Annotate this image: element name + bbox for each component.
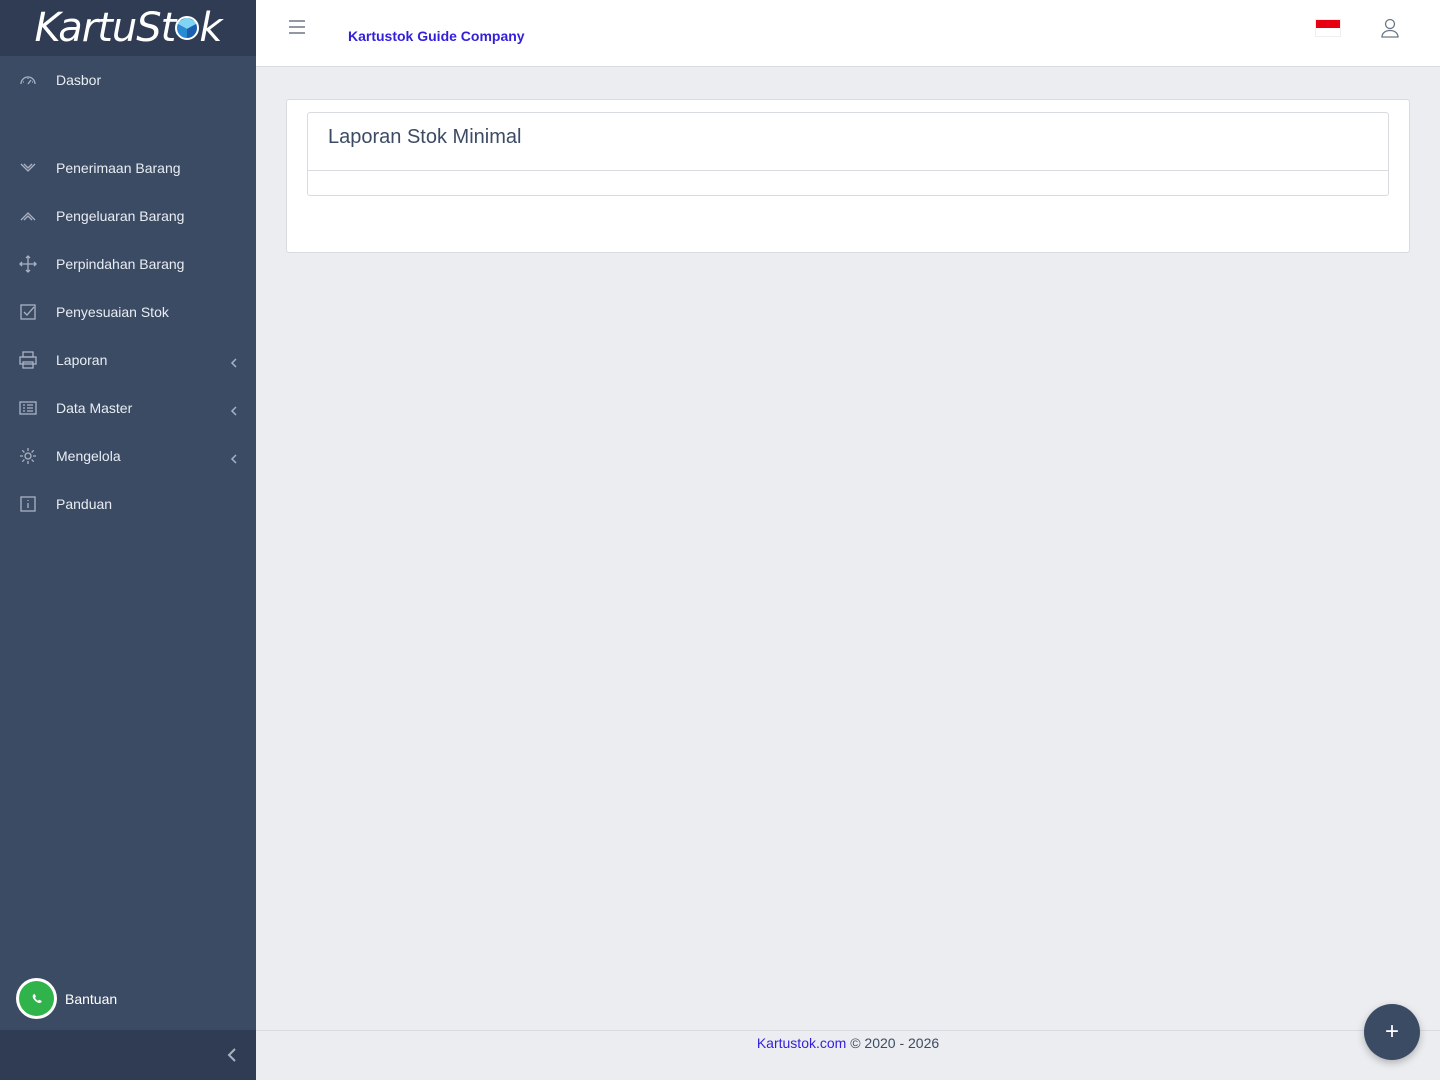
- cube-icon: [175, 16, 200, 40]
- report-card: Laporan Stok Minimal: [307, 112, 1389, 196]
- sidebar-item-label: Laporan: [56, 352, 108, 368]
- menu-icon[interactable]: [288, 18, 306, 36]
- list-icon: [19, 399, 37, 417]
- add-button[interactable]: +: [1364, 1004, 1420, 1060]
- chevron-left-icon: [227, 1048, 236, 1062]
- content-card: Laporan Stok Minimal: [286, 99, 1410, 253]
- help-label: Bantuan: [65, 990, 118, 1007]
- chevron-down-icon: [19, 159, 37, 177]
- brand-text-suffix: k: [199, 5, 222, 51]
- sidebar-item-penyesuaian-stok[interactable]: Penyesuaian Stok: [0, 288, 256, 336]
- sidebar-item-laporan[interactable]: Laporan: [0, 336, 256, 384]
- sidebar: KartuSt k Dasbor Penerimaan Barang Penge…: [0, 0, 256, 1080]
- sidebar-minimize-button[interactable]: [0, 1030, 256, 1080]
- sidebar-item-label: Panduan: [56, 496, 113, 512]
- sidebar-item-data-master[interactable]: Data Master: [0, 384, 256, 432]
- chevron-up-icon: [19, 207, 37, 225]
- sidebar-item-label: Penerimaan Barang: [56, 160, 181, 176]
- sidebar-item-mengelola[interactable]: Mengelola: [0, 432, 256, 480]
- top-header: Kartustok Guide Company: [256, 0, 1440, 67]
- sidebar-item-label: Dasbor: [56, 72, 102, 88]
- plus-icon: +: [1384, 1018, 1399, 1045]
- help-whatsapp-link[interactable]: Bantuan: [16, 978, 117, 1019]
- sidebar-item-label: Perpindahan Barang: [56, 256, 185, 272]
- sidebar-item-label: Pengeluaran Barang: [56, 208, 185, 224]
- sidebar-item-label: Data Master: [56, 400, 133, 416]
- sidebar-item-penerimaan-barang[interactable]: Penerimaan Barang: [0, 144, 256, 192]
- footer-link[interactable]: Kartustok.com: [757, 1035, 846, 1051]
- sidebar-item-perpindahan-barang[interactable]: Perpindahan Barang: [0, 240, 256, 288]
- user-icon[interactable]: [1380, 18, 1400, 38]
- move-icon: [19, 255, 37, 273]
- sidebar-item-panduan[interactable]: Panduan: [0, 480, 256, 528]
- chevron-left-icon: [230, 403, 238, 416]
- page-title: Laporan Stok Minimal: [308, 113, 1388, 171]
- sidebar-item-label: Mengelola: [56, 448, 121, 464]
- brand-logo[interactable]: KartuSt k: [0, 0, 256, 56]
- footer-copyright: © 2020 - 2026: [846, 1035, 940, 1051]
- sidebar-nav: Dasbor Penerimaan Barang Pengeluaran Bar…: [0, 56, 256, 528]
- whatsapp-icon: [16, 978, 57, 1019]
- nav-spacer: [0, 104, 256, 144]
- info-icon: [19, 495, 37, 513]
- company-name[interactable]: Kartustok Guide Company: [348, 28, 525, 44]
- settings-icon: [19, 447, 37, 465]
- check-square-icon: [19, 303, 37, 321]
- sidebar-item-pengeluaran-barang[interactable]: Pengeluaran Barang: [0, 192, 256, 240]
- brand-text: KartuSt: [34, 5, 176, 51]
- indonesia-flag-icon[interactable]: [1316, 20, 1340, 36]
- sidebar-item-dasbor[interactable]: Dasbor: [0, 56, 256, 104]
- speedometer-icon: [19, 71, 37, 89]
- footer: Kartustok.com © 2020 - 2026: [256, 1030, 1440, 1080]
- chevron-left-icon: [230, 451, 238, 464]
- chevron-left-icon: [230, 355, 238, 368]
- printer-icon: [19, 351, 37, 369]
- sidebar-item-label: Penyesuaian Stok: [56, 304, 169, 320]
